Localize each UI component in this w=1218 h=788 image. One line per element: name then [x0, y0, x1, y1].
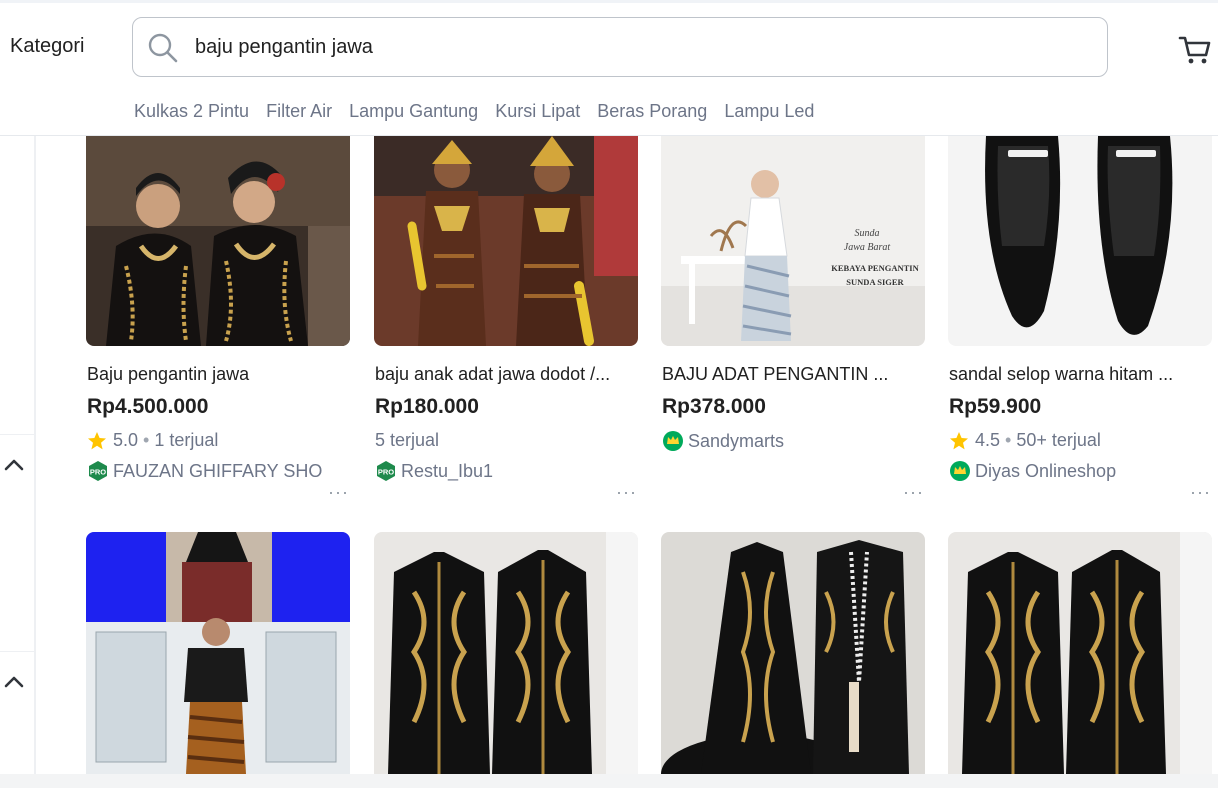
product-image[interactable] [86, 532, 350, 774]
shop-name[interactable]: FAUZAN GHIFFARY SHO [113, 461, 322, 482]
more-options-icon[interactable]: ··· [1190, 482, 1211, 503]
rating-value: 4.5 [975, 430, 1001, 450]
pro-badge-icon: PRO [89, 461, 107, 481]
shop-name[interactable]: Diyas Onlineshop [975, 461, 1116, 482]
filter-sidebar [0, 136, 36, 776]
kebaya-caption-line3: KEBAYA PENGANTIN [831, 263, 919, 273]
separator-dot: • [143, 430, 150, 450]
product-rating: 5 terjual [375, 430, 439, 451]
official-store-badge-icon [663, 431, 683, 451]
sold-count: 5 terjual [375, 430, 440, 450]
header: Kategori Kulkas 2 Pintu Filter Air Lampu… [0, 3, 1218, 136]
chevron-up-icon[interactable] [3, 456, 25, 472]
sidebar-divider [0, 434, 34, 435]
shop-name[interactable]: Restu_Ibu1 [401, 461, 493, 482]
suggestion-kursi-lipat[interactable]: Kursi Lipat [495, 101, 580, 122]
more-options-icon[interactable]: ··· [903, 482, 924, 503]
more-options-icon[interactable]: ··· [328, 482, 349, 503]
star-icon [950, 431, 968, 449]
star-icon [88, 431, 106, 449]
shop-info[interactable]: PRO FAUZAN GHIFFARY SHO [87, 460, 349, 482]
product-title[interactable]: baju anak adat jawa dodot /... [375, 364, 637, 385]
product-image[interactable] [661, 532, 925, 774]
rating-value: 5.0 [113, 430, 139, 450]
more-options-icon[interactable]: ··· [616, 482, 637, 503]
product-image[interactable] [374, 136, 638, 346]
bottom-bar [0, 774, 1218, 788]
product-price: Rp378.000 [662, 395, 766, 418]
cart-icon[interactable] [1178, 32, 1212, 66]
sold-count: 1 terjual [154, 430, 219, 450]
suggestion-beras-porang[interactable]: Beras Porang [597, 101, 707, 122]
sidebar-divider [0, 651, 34, 652]
product-image[interactable] [948, 136, 1212, 346]
product-price: Rp180.000 [375, 395, 479, 418]
suggestion-lampu-gantung[interactable]: Lampu Gantung [349, 101, 478, 122]
search-icon[interactable] [147, 32, 179, 64]
suggestion-lampu-led[interactable]: Lampu Led [724, 101, 814, 122]
pro-badge-icon: PRO [377, 461, 395, 481]
shop-info[interactable]: Sandymarts [662, 430, 924, 452]
sold-count: 50+ terjual [1016, 430, 1101, 450]
product-image[interactable] [948, 532, 1212, 774]
shop-info[interactable]: PRO Restu_Ibu1 [375, 460, 637, 482]
product-title[interactable]: BAJU ADAT PENGANTIN ... [662, 364, 924, 385]
product-rating: 4.5 • 50+ terjual [949, 430, 1101, 451]
product-image[interactable]: Sunda Jawa Barat KEBAYA PENGANTIN SUNDA … [661, 136, 925, 346]
shop-info[interactable]: Diyas Onlineshop [949, 460, 1211, 482]
product-image[interactable] [86, 136, 350, 346]
svg-text:PRO: PRO [90, 468, 106, 477]
svg-text:PRO: PRO [378, 468, 394, 477]
kebaya-caption-line2: Jawa Barat [844, 242, 891, 253]
kategori-button[interactable]: Kategori [10, 35, 85, 58]
product-image[interactable] [374, 532, 638, 774]
kebaya-caption-line4: SUNDA SIGER [846, 277, 904, 287]
product-title[interactable]: sandal selop warna hitam ... [949, 364, 1211, 385]
official-store-badge-icon [950, 461, 970, 481]
product-rating: 5.0 • 1 terjual [87, 430, 218, 451]
search-bar[interactable] [132, 17, 1108, 77]
product-price: Rp59.900 [949, 395, 1042, 418]
search-suggestions: Kulkas 2 Pintu Filter Air Lampu Gantung … [134, 101, 814, 122]
chevron-up-icon[interactable] [3, 673, 25, 689]
product-price: Rp4.500.000 [87, 395, 209, 418]
kebaya-caption-line1: Sunda [855, 228, 880, 239]
separator-dot: • [1005, 430, 1012, 450]
search-input[interactable] [195, 30, 1075, 64]
shop-name[interactable]: Sandymarts [688, 431, 784, 452]
product-title[interactable]: Baju pengantin jawa [87, 364, 349, 385]
suggestion-filter-air[interactable]: Filter Air [266, 101, 332, 122]
suggestion-kulkas-2-pintu[interactable]: Kulkas 2 Pintu [134, 101, 249, 122]
